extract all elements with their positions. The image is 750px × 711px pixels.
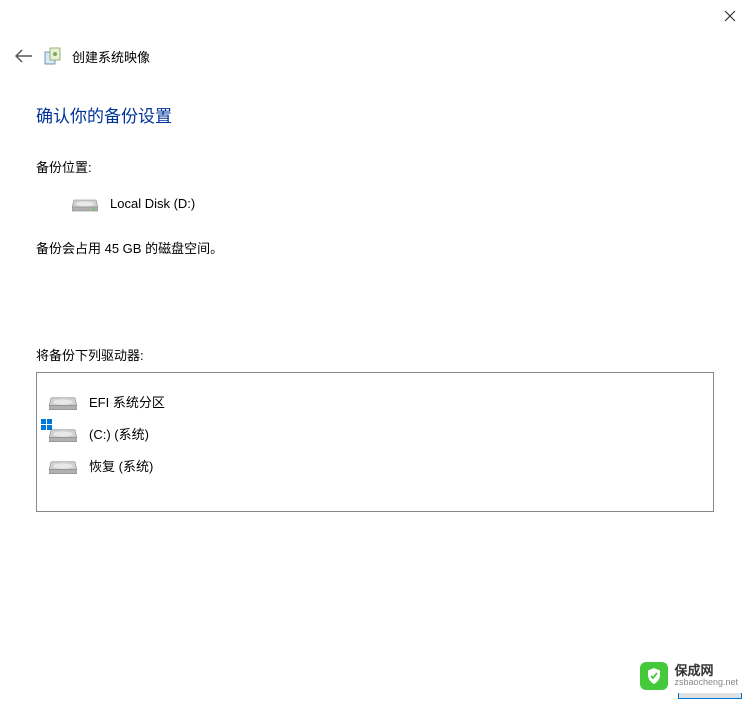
app-icon xyxy=(44,47,62,65)
drive-row: (C:) (系统) xyxy=(49,417,701,449)
disk-icon xyxy=(49,455,77,475)
close-button[interactable] xyxy=(718,4,742,28)
drive-name: (C:) (系统) xyxy=(89,424,149,443)
page-heading: 确认你的备份设置 xyxy=(36,102,714,127)
shield-check-icon xyxy=(645,667,663,685)
close-icon xyxy=(724,10,736,22)
watermark-text: 保成网 zsbaocheng.net xyxy=(674,664,738,688)
windows-logo-icon xyxy=(41,419,53,431)
drives-label: 将备份下列驱动器: xyxy=(36,345,714,364)
drive-row: EFI 系统分区 xyxy=(49,385,701,417)
drive-icon-wrap xyxy=(49,423,77,443)
drive-icon-wrap xyxy=(49,391,77,411)
drives-list: EFI 系统分区 (C:) (系统) xyxy=(36,372,714,512)
watermark-url: zsbaocheng.net xyxy=(674,678,738,688)
watermark-badge xyxy=(640,662,668,690)
drive-name: EFI 系统分区 xyxy=(89,392,165,411)
titlebar xyxy=(0,0,750,36)
back-button[interactable] xyxy=(14,46,34,66)
header-row: 创建系统映像 xyxy=(0,36,750,66)
drive-row: 恢复 (系统) xyxy=(49,449,701,481)
disk-icon xyxy=(72,194,98,212)
disk-icon xyxy=(49,423,77,443)
back-arrow-icon xyxy=(15,49,33,63)
window-title: 创建系统映像 xyxy=(72,47,150,66)
content-area: 确认你的备份设置 备份位置: Local Disk (D:) 备份会占用 45 … xyxy=(0,66,750,512)
watermark-title: 保成网 xyxy=(674,664,738,678)
disk-icon xyxy=(49,391,77,411)
location-value: Local Disk (D:) xyxy=(110,196,195,211)
backup-size-text: 备份会占用 45 GB 的磁盘空间。 xyxy=(36,238,714,257)
location-label: 备份位置: xyxy=(36,157,714,176)
footer: 开始 保成网 zsbaocheng.net xyxy=(678,668,750,699)
drive-name: 恢复 (系统) xyxy=(89,456,153,475)
backup-location-row: Local Disk (D:) xyxy=(36,194,714,212)
drive-icon-wrap xyxy=(49,455,77,475)
watermark: 保成网 zsbaocheng.net xyxy=(634,659,744,693)
